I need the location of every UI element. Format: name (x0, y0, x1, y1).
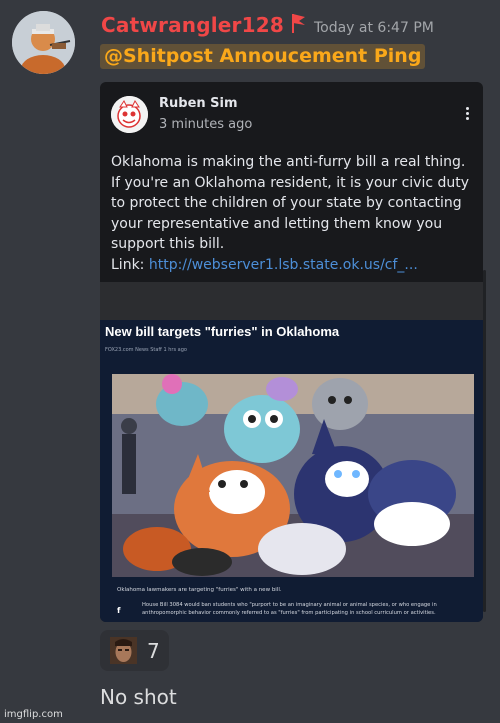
embed-scrollbar[interactable] (483, 270, 486, 612)
image-embed[interactable]: Ruben Sim 3 minutes ago Oklahoma is maki… (100, 82, 483, 622)
role-mention[interactable]: @Shitpost Annoucement Ping (100, 44, 426, 69)
imgflip-watermark: imgflip.com (4, 709, 63, 720)
post-line-1: Oklahoma is making the anti-furry bill a… (111, 154, 466, 170)
message-header: Catwrangler128 Today at 6:47 PM (101, 10, 434, 37)
red-flag-icon (291, 14, 305, 33)
post-link[interactable]: http://webserver1.lsb.state.ok.us/cf_... (149, 257, 418, 273)
article-spacer (100, 282, 483, 320)
user-avatar[interactable] (12, 11, 75, 74)
article-byline: FOX23.com News Staff 1 hrs ago (105, 347, 187, 353)
kebab-menu-icon[interactable] (464, 107, 470, 123)
message-timestamp: Today at 6:47 PM (313, 20, 434, 36)
post-link-line: Link: http://webserver1.lsb.state.ok.us/… (111, 255, 476, 276)
reaction-count: 7 (147, 638, 160, 663)
reply-message: No shot (100, 685, 177, 709)
username[interactable]: Catwrangler128 (101, 13, 284, 37)
post-author-name: Ruben Sim (159, 96, 238, 111)
post-author-avatar (111, 96, 148, 133)
article-title: New bill targets "furries" in Oklahoma (105, 324, 340, 339)
fursuit-photo (112, 374, 474, 577)
post-line-2: If you're an Oklahoma resident, it is yo… (111, 174, 470, 253)
post-body: Oklahoma is making the anti-furry bill a… (111, 152, 476, 275)
link-label: Link: (111, 256, 149, 273)
photo-caption: Oklahoma lawmakers are targeting "furrie… (117, 587, 282, 593)
face-emoji (110, 637, 137, 664)
post-time: 3 minutes ago (159, 117, 253, 132)
reaction-button[interactable]: 7 (100, 630, 169, 671)
article-screenshot: New bill targets "furries" in Oklahoma F… (100, 282, 483, 622)
facebook-icon: f (117, 606, 121, 615)
article-body: House Bill 3084 would ban students who "… (142, 602, 437, 616)
